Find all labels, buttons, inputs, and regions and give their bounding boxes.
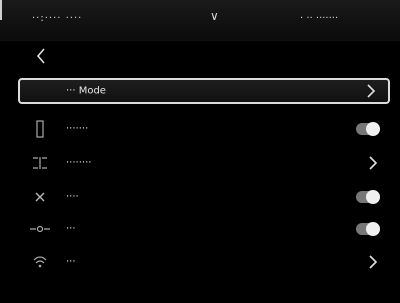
flashlight-toggle[interactable] <box>356 122 380 136</box>
wifi-icon <box>24 251 56 273</box>
status-bar: ··:···· ···· ∨ · ·· ······· <box>0 0 400 41</box>
battery-icon <box>0 0 2 20</box>
status-right-text: · ·· ······· <box>300 13 339 24</box>
toggle-knob <box>366 122 380 136</box>
toggle-knob <box>366 222 380 236</box>
menu-item-flashlight[interactable]: ······· <box>18 112 390 146</box>
menu-item-display-label: ········ <box>66 157 92 169</box>
chevron-right-icon <box>366 84 376 98</box>
chevron-left-icon <box>36 48 45 64</box>
close-toggle[interactable] <box>356 190 380 204</box>
flashlight-icon <box>24 118 56 140</box>
chevron-right-icon <box>368 156 378 170</box>
menu-item-display[interactable]: ········ <box>18 146 390 180</box>
back-button[interactable] <box>30 44 52 68</box>
menu-item-close[interactable]: ···· <box>18 180 390 214</box>
menu-item-laser-label: ··· <box>66 223 76 235</box>
status-left-text: ··:···· ···· <box>32 13 83 24</box>
laser-toggle[interactable] <box>356 222 380 236</box>
menu-item-close-label: ···· <box>66 191 79 203</box>
chevron-right-icon <box>368 255 378 269</box>
menu-item-wifi[interactable]: ··· <box>18 245 390 279</box>
display-icon <box>24 152 56 174</box>
menu-item-flashlight-label: ······· <box>66 123 89 135</box>
toggle-knob <box>366 190 380 204</box>
menu-item-laser[interactable]: ··· <box>18 212 390 246</box>
laser-icon <box>24 218 56 240</box>
menu-item-wifi-label: ··· <box>66 256 76 268</box>
menu-item-mode[interactable]: ··· Mode <box>18 78 390 104</box>
status-chevron-down-icon[interactable]: ∨ <box>210 9 219 23</box>
close-icon <box>24 186 56 208</box>
menu-item-mode-label: ··· Mode <box>66 85 106 97</box>
